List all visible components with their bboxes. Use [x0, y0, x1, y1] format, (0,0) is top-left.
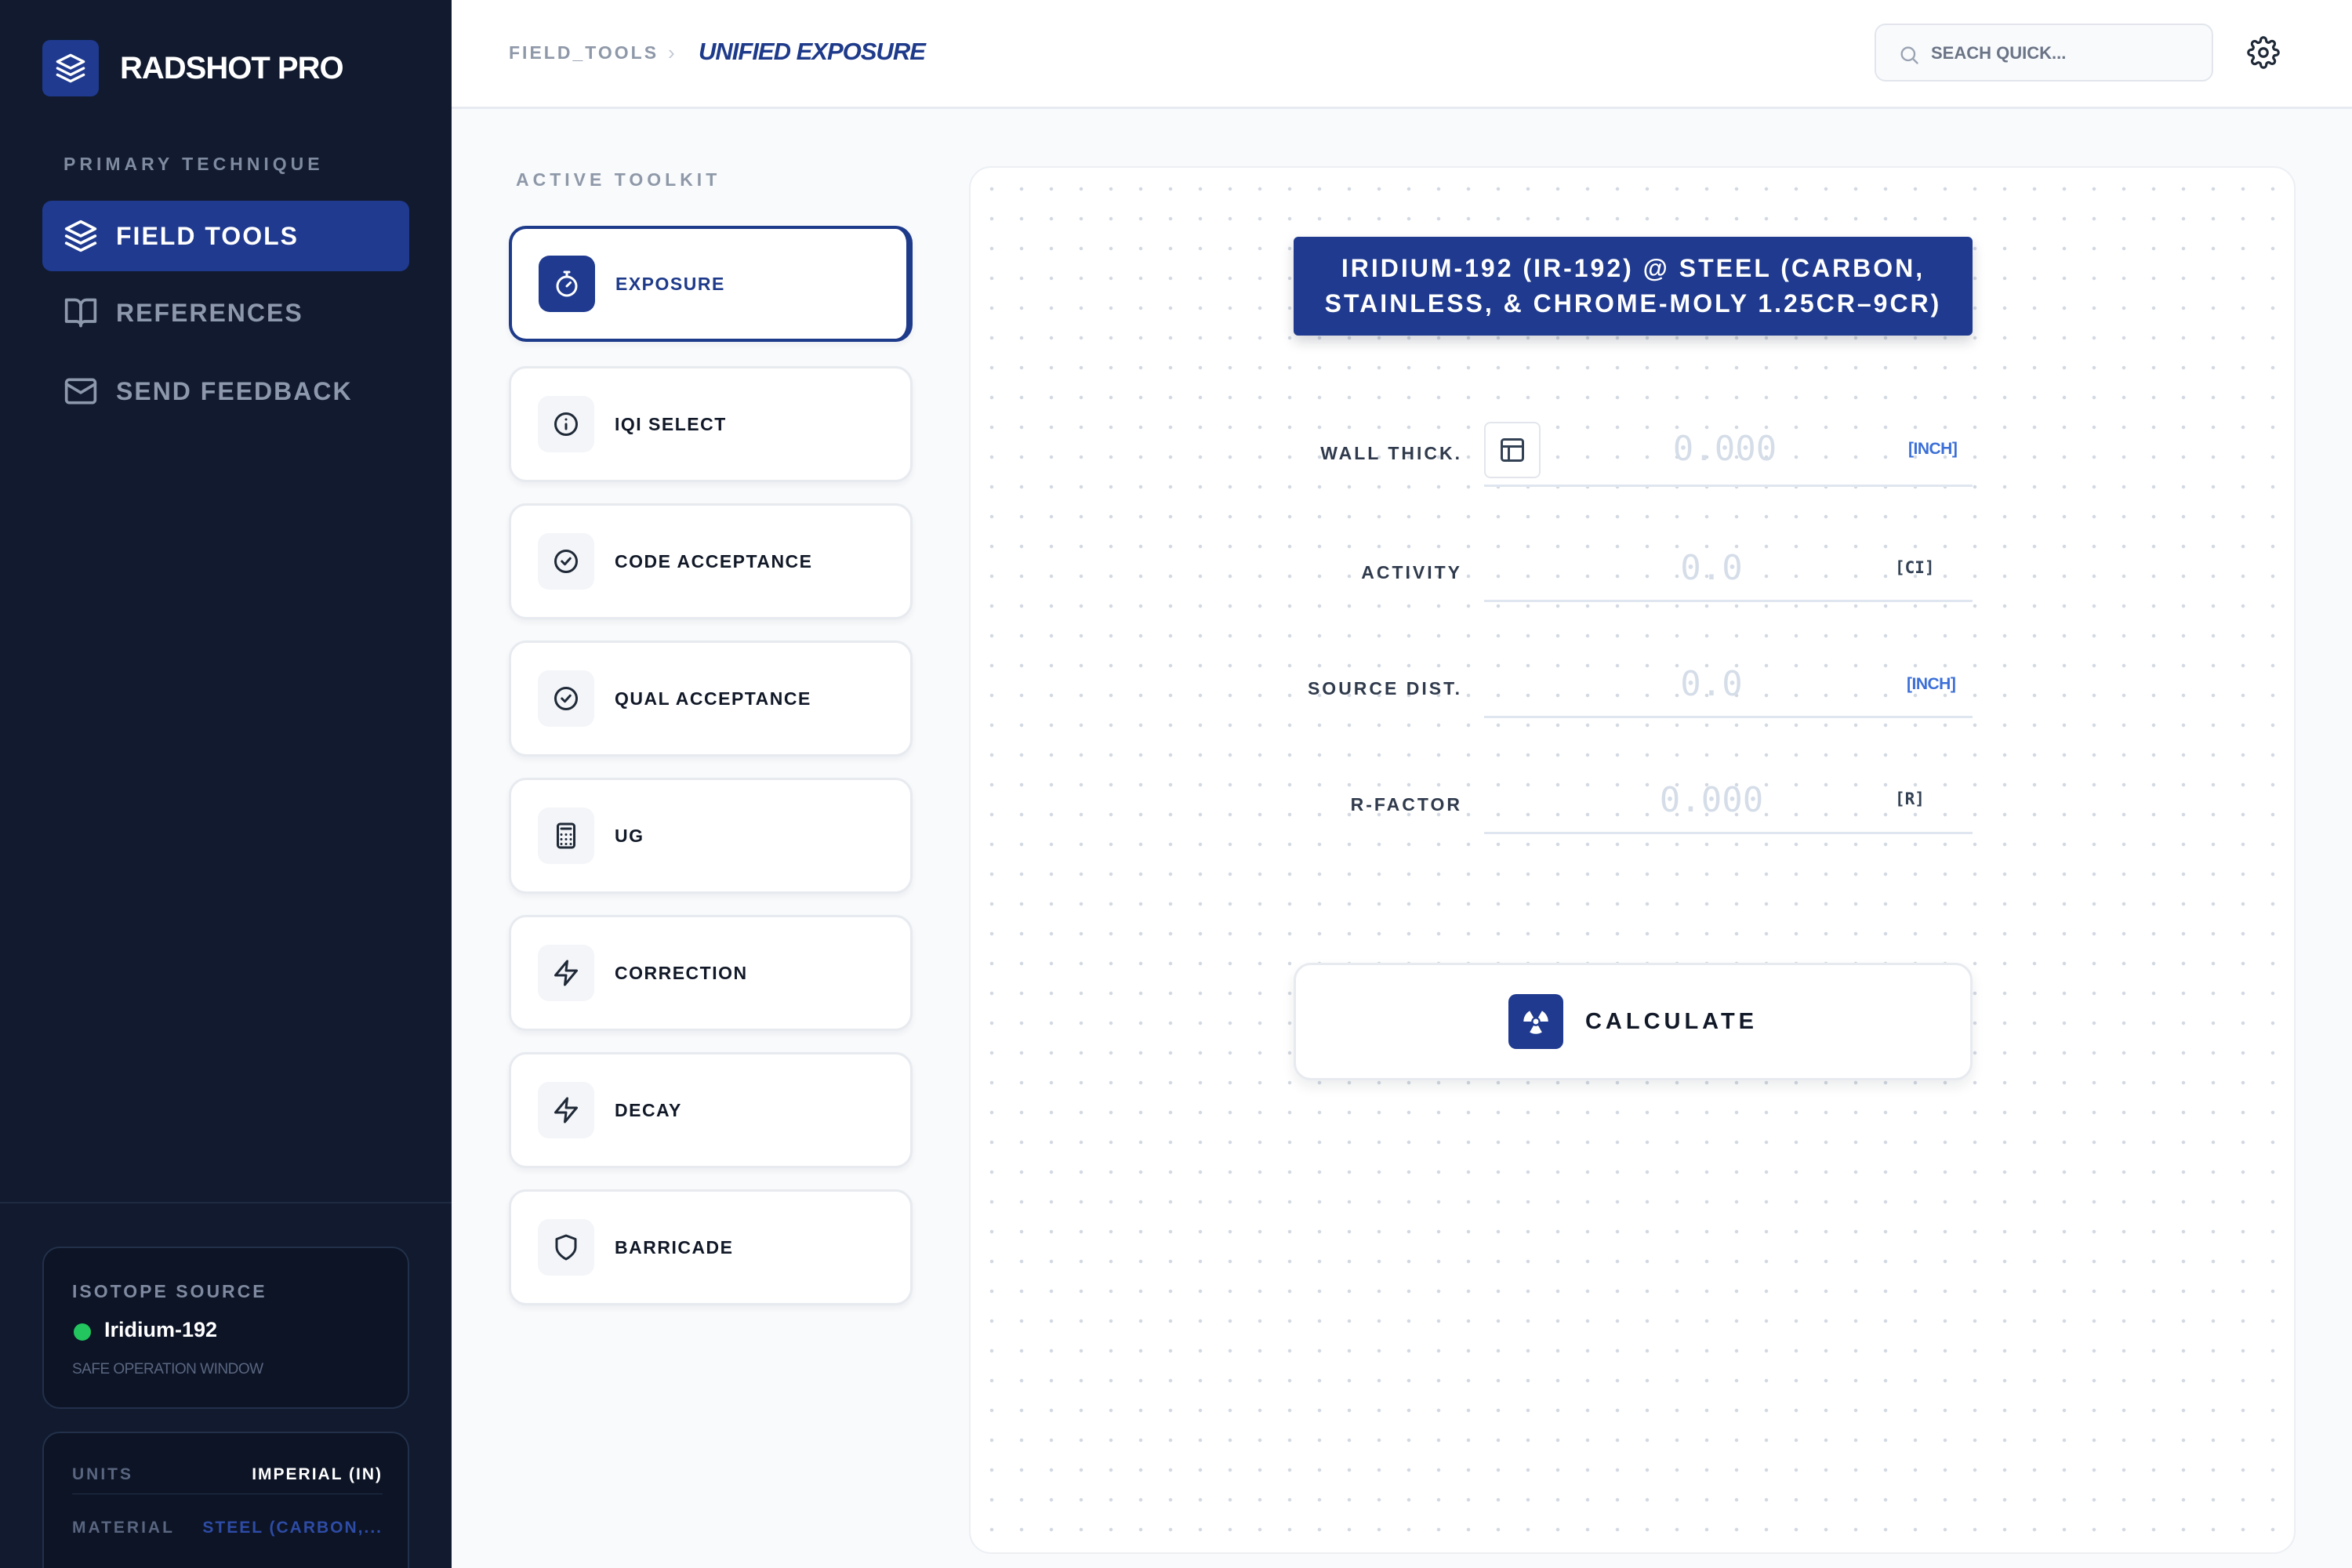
- search-box[interactable]: [1875, 24, 2213, 82]
- tool-icon-box: [538, 533, 594, 590]
- r-factor-unit: [R]: [1895, 789, 1925, 808]
- tool-label: CODE ACCEPTANCE: [615, 550, 813, 572]
- breadcrumb-separator: ›: [668, 41, 675, 64]
- source-distance-input[interactable]: [1484, 659, 1939, 709]
- tool-icon-box: [538, 945, 594, 1001]
- activity-label: ACTIVITY: [1361, 562, 1462, 583]
- tool-label: EXPOSURE: [615, 273, 725, 294]
- gear-icon[interactable]: [2247, 36, 2280, 69]
- tool-label: UG: [615, 825, 644, 846]
- source-distance-underline: [1484, 716, 1973, 718]
- tool-iqi-select[interactable]: IQI SELECT: [509, 366, 913, 482]
- tool-code-acceptance[interactable]: CODE ACCEPTANCE: [509, 503, 913, 619]
- units-label: UNITS: [72, 1465, 133, 1483]
- tool-icon-box: [538, 670, 594, 727]
- mail-icon: [64, 378, 97, 405]
- sidebar-divider: [0, 1202, 452, 1203]
- nav-item-label: FIELD TOOLS: [116, 221, 299, 250]
- tool-label: DECAY: [615, 1099, 682, 1120]
- r-factor-input[interactable]: [1484, 775, 1939, 825]
- activity-underline: [1484, 600, 1973, 602]
- r-factor-label: R-FACTOR: [1350, 794, 1462, 815]
- activity-input[interactable]: [1484, 543, 1939, 593]
- exposure-panel: [969, 166, 2296, 1554]
- wall-thickness-unit: [INCH]: [1908, 440, 1958, 458]
- tool-icon-box: [538, 1219, 594, 1276]
- tool-ug[interactable]: UG: [509, 778, 913, 894]
- material-row[interactable]: MATERIAL STEEL (CARBON,...: [72, 1508, 383, 1548]
- lightning-icon: [554, 1097, 578, 1123]
- app-logo[interactable]: [42, 40, 99, 96]
- book-open-icon: [64, 298, 97, 328]
- nav-item-label: SEND FEEDBACK: [116, 376, 353, 405]
- nav-item-field-tools[interactable]: FIELD TOOLS: [42, 201, 409, 271]
- nav-item-send-feedback[interactable]: SEND FEEDBACK: [42, 356, 409, 426]
- wall-thickness-underline: [1484, 485, 1973, 487]
- tool-label: CORRECTION: [615, 962, 748, 983]
- tool-correction[interactable]: CORRECTION: [509, 915, 913, 1031]
- material-label: MATERIAL: [72, 1519, 175, 1537]
- check-circle-icon: [554, 687, 578, 710]
- isotope-name: Iridium-192: [104, 1318, 218, 1341]
- material-value: STEEL (CARBON,...: [202, 1519, 383, 1537]
- layers-icon: [64, 220, 97, 252]
- radiation-icon: [1523, 1011, 1548, 1034]
- thickness-table-button[interactable]: [1484, 422, 1541, 478]
- tool-label: BARRICADE: [615, 1236, 734, 1258]
- tool-exposure[interactable]: EXPOSURE: [509, 226, 913, 342]
- isotope-source-label: ISOTOPE SOURCE: [72, 1281, 267, 1301]
- calculate-icon-box: [1508, 994, 1563, 1049]
- wall-thickness-label: WALL THICK.: [1320, 443, 1462, 463]
- source-distance-unit: [INCH]: [1907, 675, 1956, 693]
- r-factor-underline: [1484, 832, 1973, 834]
- nav-item-label: REFERENCES: [116, 298, 303, 327]
- calculate-button[interactable]: CALCULATE: [1294, 963, 1973, 1080]
- status-indicator-dot: [74, 1323, 91, 1341]
- lightning-icon: [554, 960, 578, 986]
- units-value: IMPERIAL (IN): [252, 1465, 383, 1483]
- calculate-label: CALCULATE: [1584, 1008, 1759, 1034]
- page-title: UNIFIED EXPOSURE: [699, 38, 926, 65]
- search-input[interactable]: [1931, 36, 2198, 71]
- check-circle-icon: [554, 550, 578, 573]
- tool-barricade[interactable]: BARRICADE: [509, 1189, 913, 1305]
- tool-icon-box: [538, 808, 594, 864]
- nav-section-label: PRIMARY TECHNIQUE: [64, 154, 324, 174]
- wall-thickness-input[interactable]: [1560, 423, 1889, 474]
- info-icon: [554, 412, 578, 436]
- tool-icon-box: [538, 1082, 594, 1138]
- isotope-status-text: SAFE OPERATION WINDOW: [72, 1361, 263, 1377]
- top-bar: FIELD_TOOLS › UNIFIED EXPOSURE: [452, 0, 2352, 109]
- calculator-icon: [557, 822, 575, 849]
- tool-icon-box: [539, 256, 595, 312]
- nav-item-references[interactable]: REFERENCES: [42, 278, 409, 348]
- sidebar: RADSHOT PRO PRIMARY TECHNIQUE FIELD TOOL…: [0, 0, 452, 1568]
- toolkit-section-label: ACTIVE TOOLKIT: [516, 169, 721, 190]
- tool-decay[interactable]: DECAY: [509, 1052, 913, 1168]
- isotope-source-card: ISOTOPE SOURCE Iridium-192 SAFE OPERATIO…: [42, 1247, 409, 1409]
- layers-icon: [56, 53, 85, 83]
- app-title: RADSHOT PRO: [120, 51, 344, 85]
- settings-summary-card: UNITS IMPERIAL (IN) MATERIAL STEEL (CARB…: [42, 1432, 409, 1568]
- banner-text: IRIDIUM-192 (IR-192) @ STEEL (CARBON, ST…: [1324, 254, 1942, 318]
- breadcrumb-root[interactable]: FIELD_TOOLS: [509, 42, 659, 64]
- source-distance-label: SOURCE DIST.: [1307, 678, 1462, 699]
- units-row[interactable]: UNITS IMPERIAL (IN): [72, 1455, 383, 1494]
- stopwatch-icon: [556, 270, 578, 297]
- isotope-material-banner: IRIDIUM-192 (IR-192) @ STEEL (CARBON, ST…: [1294, 237, 1973, 336]
- tool-icon-box: [538, 396, 594, 452]
- activity-unit: [CI]: [1895, 558, 1935, 577]
- tool-label: IQI SELECT: [615, 413, 727, 434]
- tool-qual-acceptance[interactable]: QUAL ACCEPTANCE: [509, 641, 913, 757]
- tool-label: QUAL ACCEPTANCE: [615, 688, 811, 709]
- shield-icon: [555, 1234, 577, 1261]
- table-icon: [1501, 438, 1524, 462]
- search-icon: [1900, 46, 1918, 64]
